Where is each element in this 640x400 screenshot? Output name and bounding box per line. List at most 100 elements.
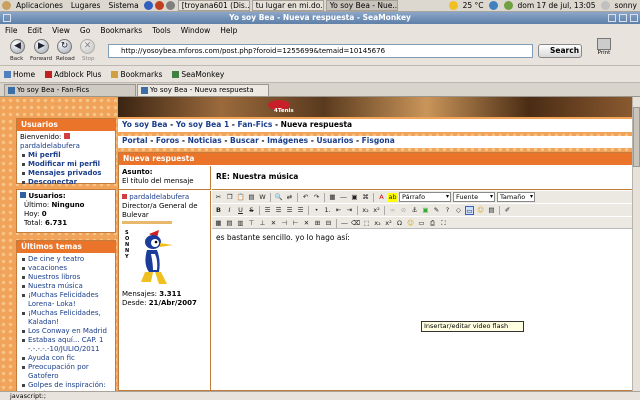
insert-image-icon[interactable]: ▣ — [421, 206, 430, 215]
flash-video-icon[interactable]: ▭ — [465, 205, 474, 215]
username[interactable]: sonny — [615, 1, 637, 10]
fullscreen-icon[interactable]: ⛶ — [439, 219, 448, 228]
align-left-icon[interactable]: ☰ — [263, 206, 272, 215]
topic-link[interactable]: Nuestros libros — [20, 273, 112, 282]
highlight-icon[interactable]: ab — [388, 192, 397, 202]
breadcrumb-forum[interactable]: Yo soy Bea — [122, 120, 168, 129]
redo-icon[interactable]: ↷ — [312, 193, 321, 202]
link-desconectar[interactable]: Desconectar — [20, 178, 112, 187]
url-bar[interactable]: http://yosoybea.mforos.com/post.php?foro… — [108, 44, 533, 58]
stop-button[interactable]: ✕ — [80, 39, 95, 54]
delete-row-icon[interactable]: ✕ — [269, 219, 278, 228]
menu-view[interactable]: View — [47, 26, 75, 35]
indent-icon[interactable]: ⇥ — [345, 206, 354, 215]
font-select[interactable]: Fuente — [453, 192, 495, 202]
taskbar-item-3[interactable]: Yo soy Bea - Nue... — [325, 0, 398, 11]
vertical-scrollbar[interactable] — [632, 97, 640, 391]
justify-icon[interactable]: ☰ — [296, 206, 305, 215]
emoticon-icon[interactable]: ☺ — [476, 206, 485, 215]
align-center-icon[interactable]: ☰ — [274, 206, 283, 215]
paste-icon[interactable]: 📋 — [236, 193, 245, 202]
number-list-icon[interactable]: 1. — [323, 206, 332, 215]
hr-icon[interactable]: ― — [340, 219, 349, 228]
scrollbar-thumb[interactable] — [633, 107, 640, 167]
code-icon[interactable]: ⌘ — [361, 193, 370, 202]
reload-button[interactable]: ↻ — [57, 39, 72, 54]
menu-fisgona[interactable]: Fisgona — [362, 136, 395, 145]
bookmark-bookmarks[interactable]: Bookmarks — [111, 70, 162, 79]
menu-buscar[interactable]: Buscar — [230, 136, 259, 145]
username-link[interactable]: pardaldelabufera — [20, 142, 112, 151]
weather-temp[interactable]: 25 °C — [463, 1, 484, 10]
paste-word-icon[interactable]: W — [258, 193, 267, 202]
paste-text-icon[interactable]: ▤ — [247, 193, 256, 202]
menu-tools[interactable]: Tools — [147, 26, 175, 35]
visual-aid-icon[interactable]: ⬚ — [362, 219, 371, 228]
menu-noticias[interactable]: Noticias — [188, 136, 222, 145]
back-button[interactable]: ◀ — [10, 39, 25, 54]
size-select[interactable]: Tamaño — [497, 192, 535, 202]
menu-imagenes[interactable]: Imágenes — [267, 136, 308, 145]
col-after-icon[interactable]: ⊢ — [291, 219, 300, 228]
row-after-icon[interactable]: ⊥ — [258, 219, 267, 228]
forward-button[interactable]: ▶ — [34, 39, 49, 54]
bullet-list-icon[interactable]: • — [312, 206, 321, 215]
underline-icon[interactable]: U — [236, 206, 245, 215]
topic-link[interactable]: Ayuda con fic — [20, 354, 112, 363]
subscript-icon[interactable]: x₂ — [361, 206, 370, 215]
split-cells-icon[interactable]: ⊞ — [313, 219, 322, 228]
row-props-icon[interactable]: ▤ — [225, 219, 234, 228]
table-icon[interactable]: ▦ — [328, 193, 337, 202]
print-icon[interactable]: ⎙ — [428, 219, 437, 228]
topic-link[interactable]: Los Conway en Madrid — [20, 327, 112, 336]
remove-format-icon[interactable]: ⌫ — [351, 219, 360, 228]
topic-link[interactable]: Estabas aquí... CAP. 1 -.-.-.-.-10/JULIO… — [20, 336, 112, 354]
cut-icon[interactable]: ✂ — [214, 193, 223, 202]
topic-link[interactable]: Golpes de inspiración: 2.- El Fan — [20, 381, 112, 391]
sub-icon[interactable]: x₂ — [373, 219, 382, 228]
bookmark-seamonkey[interactable]: SeaMonkey — [172, 70, 224, 79]
terminal-launcher-icon[interactable] — [165, 1, 175, 10]
breadcrumb-category[interactable]: Fan-Fics — [238, 120, 273, 129]
delete-col-icon[interactable]: ✕ — [302, 219, 311, 228]
topic-link[interactable]: Preocupación por Gatofero — [20, 363, 112, 381]
row-before-icon[interactable]: ⊤ — [247, 219, 256, 228]
menu-go[interactable]: Go — [75, 26, 95, 35]
copy-icon[interactable]: ❐ — [225, 193, 234, 202]
firefox-launcher-icon[interactable] — [154, 1, 164, 10]
col-before-icon[interactable]: ⊣ — [280, 219, 289, 228]
find-icon[interactable]: 🔍 — [274, 193, 283, 202]
topic-link[interactable]: vacaciones — [20, 264, 112, 273]
link-icon[interactable]: ∞ — [388, 206, 397, 215]
maximize-icon[interactable] — [619, 14, 627, 22]
edit-icon[interactable]: ✐ — [503, 206, 512, 215]
taskbar-item-2[interactable]: tu lugar en mi.do... — [251, 0, 324, 11]
rule-icon[interactable]: ― — [339, 193, 348, 202]
menu-usuarios[interactable]: Usuarios — [316, 136, 353, 145]
menu-foros[interactable]: Foros — [156, 136, 179, 145]
strike-icon[interactable]: S — [247, 206, 256, 215]
topic-link[interactable]: ¡Muchas Felicidades Lorena- Loka! — [20, 291, 112, 309]
sup-icon[interactable]: x² — [384, 219, 393, 228]
menu-edit[interactable]: Edit — [23, 26, 48, 35]
tab-fan-fics[interactable]: Yo soy Bea - Fan-Fics — [4, 84, 136, 96]
link-modificar-perfil[interactable]: Modificar mi perfil — [20, 160, 112, 169]
cell-props-icon[interactable]: ▥ — [236, 219, 245, 228]
link-mi-perfil[interactable]: Mi perfil — [20, 151, 112, 160]
menu-portal[interactable]: Portal — [122, 136, 148, 145]
cleanup-icon[interactable]: ✎ — [432, 206, 441, 215]
text-color-icon[interactable]: A — [377, 193, 386, 202]
tab-nueva-respuesta[interactable]: Yo soy Bea - Nueva respuesta — [137, 84, 269, 96]
menu-window[interactable]: Window — [176, 26, 216, 35]
align-right-icon[interactable]: ☰ — [285, 206, 294, 215]
table-insert-icon[interactable]: ▦ — [214, 219, 223, 228]
bookmark-adblock[interactable]: Adblock Plus — [45, 70, 101, 79]
volume-icon[interactable] — [503, 1, 513, 10]
print-button[interactable]: Print — [594, 38, 614, 60]
minimize-icon[interactable] — [608, 14, 616, 22]
window-menu-icon[interactable] — [3, 14, 11, 22]
topic-link[interactable]: Nuestra música — [20, 282, 112, 291]
breadcrumb-subforum[interactable]: Yo soy Bea 1 — [176, 120, 229, 129]
close-icon[interactable] — [630, 14, 638, 22]
charmap-icon[interactable]: Ω — [395, 219, 404, 228]
